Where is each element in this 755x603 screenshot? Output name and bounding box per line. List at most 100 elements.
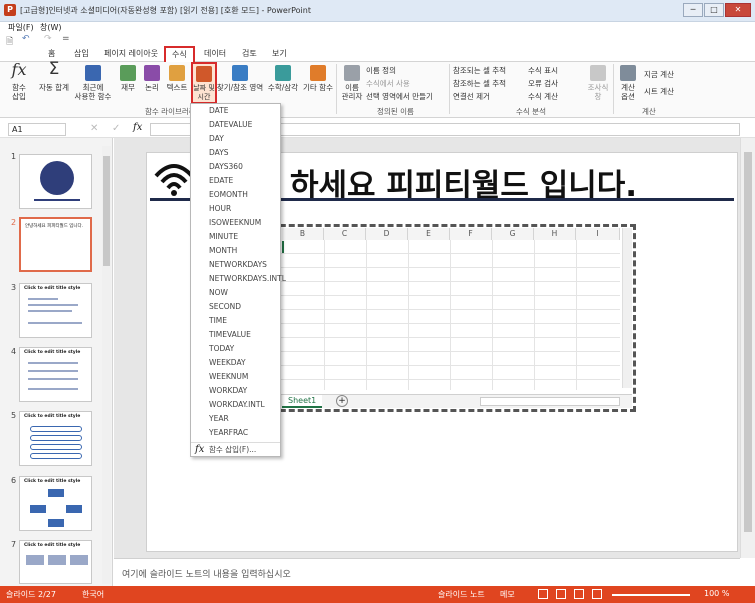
tab-formulas[interactable]: 수식	[164, 46, 195, 62]
error-checking-button[interactable]: 오류 검사	[528, 78, 558, 89]
slide-thumbnail-4[interactable]: Click to edit title style	[19, 347, 92, 402]
evaluate-formula-button[interactable]: 수식 계산	[528, 91, 558, 102]
function-item[interactable]: DATEVALUE	[209, 120, 252, 129]
financial-button[interactable]: 재무	[118, 65, 138, 92]
worksheet-vertical-scrollbar[interactable]	[622, 228, 632, 388]
insert-function-button[interactable]: fx 함수 삽입	[6, 62, 32, 102]
tab-review[interactable]: 검토	[242, 48, 257, 59]
active-cell[interactable]	[282, 241, 284, 253]
slideshow-icon[interactable]	[592, 589, 602, 599]
normal-view-icon[interactable]	[538, 589, 548, 599]
thumbnail-scrollbar[interactable]	[102, 146, 111, 584]
function-item[interactable]: SECOND	[209, 302, 241, 311]
add-sheet-icon[interactable]: +	[336, 395, 348, 407]
function-item[interactable]: WORKDAY	[209, 386, 247, 395]
function-item[interactable]: WEEKNUM	[209, 372, 248, 381]
function-item[interactable]: YEARFRAC	[209, 428, 248, 437]
function-item[interactable]: NOW	[209, 288, 228, 297]
trace-dependents-button[interactable]: 참조하는 셀 추적	[453, 78, 506, 89]
function-item[interactable]: WEEKDAY	[209, 358, 246, 367]
text-button[interactable]: 텍스트	[164, 65, 190, 92]
tab-insert[interactable]: 삽입	[74, 48, 89, 59]
worksheet-horizontal-scrollbar[interactable]	[480, 397, 620, 406]
comments-toggle[interactable]: 메모	[500, 589, 515, 600]
scrollbar-thumb[interactable]	[744, 152, 752, 532]
name-manager-button[interactable]: 이름 관리자	[340, 65, 364, 101]
column-header[interactable]: C	[324, 228, 366, 240]
redo-icon[interactable]: ↷	[44, 34, 52, 44]
check-icon[interactable]: ✓	[112, 123, 120, 134]
slide-thumbnail-7[interactable]: Click to edit title style	[19, 540, 92, 584]
logical-button[interactable]: 논리	[142, 65, 162, 92]
cancel-icon[interactable]: ✕	[90, 123, 98, 134]
show-formulas-button[interactable]: 수식 표시	[528, 65, 558, 76]
column-header[interactable]: B	[282, 228, 324, 240]
tab-page-layout[interactable]: 페이지 레이아웃	[104, 48, 158, 59]
function-item[interactable]: DAYS	[209, 148, 229, 157]
function-item[interactable]: NETWORKDAYS.INTL	[209, 274, 286, 283]
remove-arrows-button[interactable]: 연결선 제거	[453, 91, 490, 102]
scrollbar-thumb[interactable]	[103, 156, 110, 266]
name-box[interactable]: A1	[8, 123, 66, 136]
function-item[interactable]: NETWORKDAYS	[209, 260, 267, 269]
insert-function-menu-item[interactable]: 함수 삽입(F)...	[209, 444, 256, 455]
more-functions-button[interactable]: 기타 함수	[302, 65, 334, 92]
tab-home[interactable]: 홈	[48, 48, 55, 59]
function-item[interactable]: DAY	[209, 134, 224, 143]
reading-view-icon[interactable]	[574, 589, 584, 599]
close-button[interactable]: ✕	[725, 3, 751, 17]
minimize-button[interactable]: ─	[683, 3, 703, 17]
recently-used-button[interactable]: 최근에 사용한 함수	[70, 65, 116, 101]
menu-file[interactable]: 파일(F)	[8, 22, 34, 33]
function-item[interactable]: HOUR	[209, 204, 231, 213]
function-item[interactable]: TIME	[209, 316, 227, 325]
slide-thumbnail-2[interactable]: 안녕하세요 피피티월드 입니다.	[19, 217, 92, 272]
column-header[interactable]: G	[492, 228, 534, 240]
slide-thumbnail-5[interactable]: Click to edit title style	[19, 411, 92, 466]
sheet-tab[interactable]: Sheet1	[282, 395, 323, 408]
watch-window-button[interactable]: 조사식 창	[584, 65, 612, 101]
function-item[interactable]: TIMEVALUE	[209, 330, 251, 339]
column-header[interactable]: F	[450, 228, 492, 240]
tab-view[interactable]: 보기	[272, 48, 287, 59]
notes-toggle[interactable]: 슬라이드 노트	[438, 589, 485, 600]
calculation-options-button[interactable]: 계산 옵션	[616, 65, 640, 101]
function-item[interactable]: TODAY	[209, 344, 234, 353]
zoom-level[interactable]: 100 %	[704, 589, 729, 598]
menu-window[interactable]: 창(W)	[40, 22, 62, 33]
function-item[interactable]: DAYS360	[209, 162, 243, 171]
function-item[interactable]: DATE	[209, 106, 229, 115]
date-time-button[interactable]: 날짜 및 시간	[191, 62, 217, 104]
notes-placeholder[interactable]: 여기에 슬라이드 노트의 내용을 입력하십시오	[122, 567, 291, 580]
zoom-slider[interactable]	[612, 594, 690, 596]
customize-qat-icon[interactable]: =	[62, 34, 70, 44]
undo-icon[interactable]: ↶	[22, 34, 30, 44]
language-indicator[interactable]: 한국어	[82, 589, 104, 600]
column-header[interactable]: H	[534, 228, 576, 240]
function-item[interactable]: ISOWEEKNUM	[209, 218, 261, 227]
function-item[interactable]: YEAR	[209, 414, 229, 423]
function-item[interactable]: MONTH	[209, 246, 237, 255]
function-item[interactable]: EOMONTH	[209, 190, 248, 199]
define-name-button[interactable]: 이름 정의	[366, 65, 396, 76]
insert-function-icon[interactable]: fx	[133, 122, 142, 133]
column-header[interactable]: E	[408, 228, 450, 240]
autosum-button[interactable]: Σ 자동 합계	[36, 61, 72, 93]
editor-vertical-scrollbar[interactable]	[740, 138, 755, 558]
column-header[interactable]: D	[366, 228, 408, 240]
trace-precedents-button[interactable]: 참조되는 셀 추적	[453, 65, 506, 76]
slide-thumbnail-1[interactable]	[19, 154, 92, 209]
slide-thumbnail-6[interactable]: Click to edit title style	[19, 476, 92, 531]
function-item[interactable]: WORKDAY.INTL	[209, 400, 265, 409]
lookup-reference-button[interactable]: 찾기/참조 영역	[216, 65, 264, 92]
slide-sorter-icon[interactable]	[556, 589, 566, 599]
function-item[interactable]: EDATE	[209, 176, 233, 185]
slide-thumbnail-3[interactable]: Click to edit title style	[19, 283, 92, 338]
math-trig-button[interactable]: 수학/삼각	[265, 65, 301, 92]
calculate-now-button[interactable]: 지금 계산	[644, 69, 674, 80]
create-from-selection-button[interactable]: 선택 영역에서 만들기	[366, 91, 433, 102]
function-item[interactable]: MINUTE	[209, 232, 238, 241]
calculate-sheet-button[interactable]: 시트 계산	[644, 86, 674, 97]
notes-pane[interactable]: 여기에 슬라이드 노트의 내용을 입력하십시오	[114, 558, 740, 586]
column-header[interactable]: I	[576, 228, 620, 240]
